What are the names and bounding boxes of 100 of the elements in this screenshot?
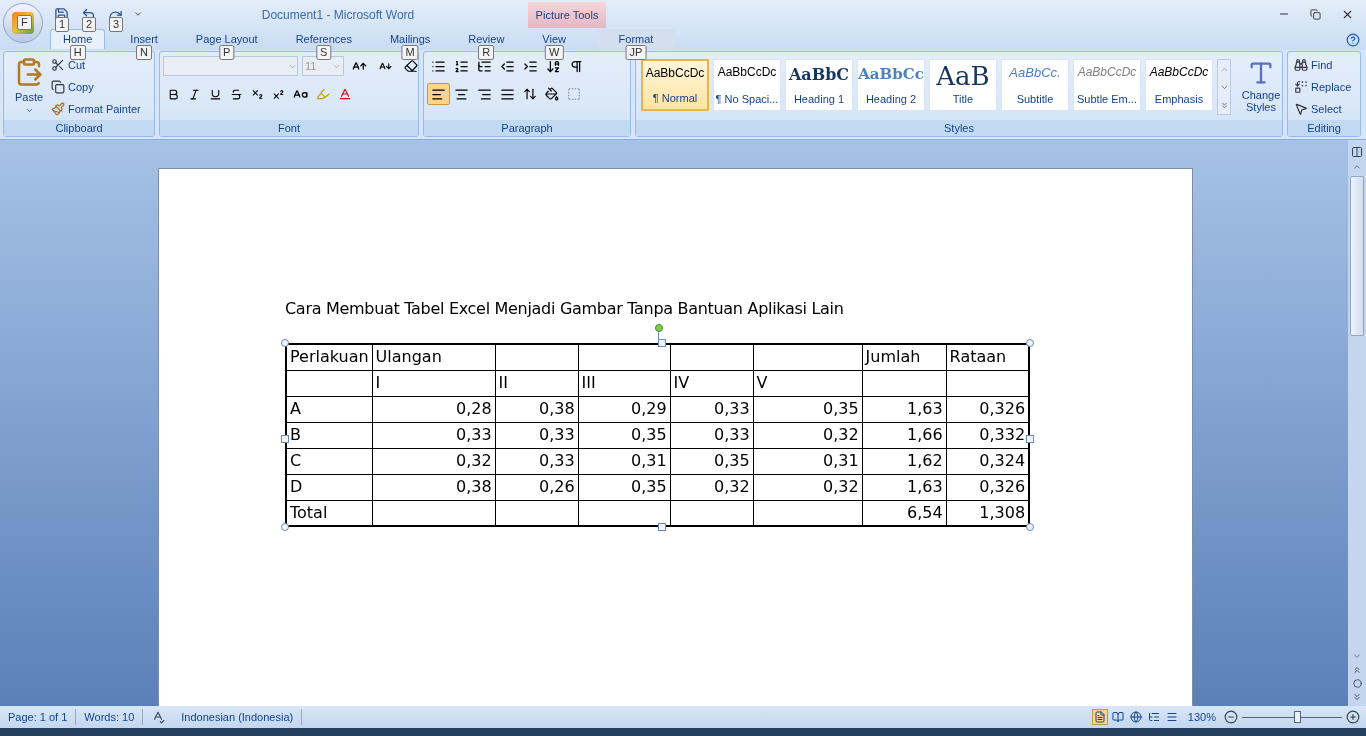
clipboard-command[interactable]: Copy	[51, 77, 141, 97]
keytip-tooltip: W	[545, 45, 564, 60]
group-label: Clipboard	[55, 122, 103, 134]
keytip-tooltip: P	[219, 45, 235, 60]
keytip-tooltip: 2	[82, 17, 97, 32]
table-cell: D	[286, 474, 373, 500]
superscript-icon	[272, 87, 285, 101]
keytip-tooltip: JP	[625, 45, 647, 60]
editing-command[interactable]: Replace	[1294, 77, 1352, 97]
table-cell: III	[578, 370, 671, 396]
resize-handle[interactable]	[1026, 339, 1035, 347]
zoom-slider[interactable]	[1242, 711, 1342, 723]
keytip-tooltip: R	[478, 45, 495, 60]
customize-icon	[133, 9, 143, 19]
font-color-icon	[338, 87, 352, 101]
language-status[interactable]: Indonesian (Indonesia)	[173, 708, 303, 726]
scroll-thumb[interactable]	[1350, 176, 1364, 336]
clipboard-command[interactable]: Format Painter	[51, 99, 141, 119]
restore-icon	[1310, 8, 1321, 20]
table-cell: 0,32	[753, 422, 863, 448]
zoom-thumb[interactable]	[1294, 711, 1301, 723]
proofing-icon	[151, 710, 166, 724]
table-cell: II	[495, 370, 579, 396]
resize-handle[interactable]	[657, 523, 666, 531]
resize-handle[interactable]	[281, 339, 289, 347]
zoom-in-icon	[1346, 710, 1360, 724]
previous-page-icon	[1352, 665, 1362, 675]
table-cell: 0,38	[372, 474, 496, 500]
table-cell: 1,66	[862, 422, 947, 448]
align-button[interactable]	[427, 83, 450, 105]
underline-icon	[209, 87, 222, 101]
rotate-handle[interactable]	[654, 324, 663, 332]
table-cell: 0,32	[670, 474, 754, 500]
editing-command[interactable]: Select	[1294, 99, 1352, 119]
style-swatch[interactable]: AaBbCc Heading 2	[857, 59, 925, 111]
page-count[interactable]: Page: 1 of 1	[0, 708, 77, 726]
binoculars-icon	[1294, 58, 1308, 72]
increase-indent-icon	[523, 58, 538, 74]
align-center-icon	[454, 86, 469, 102]
group-label: Paragraph	[501, 122, 553, 134]
group-label: Styles	[944, 122, 974, 134]
bold-icon	[167, 87, 180, 101]
style-swatch[interactable]: AaBbCc. Subtitle	[1001, 59, 1069, 111]
table-cell: Jumlah	[862, 344, 947, 370]
style-swatch[interactable]: AaBbCcDc Subtle Em...	[1073, 59, 1141, 111]
table-cell: 0,32	[372, 448, 496, 474]
table-cell: 0,35	[578, 474, 671, 500]
table-cell: 0,33	[372, 422, 496, 448]
lines-icon	[1165, 711, 1178, 723]
table-cell: 0,26	[495, 474, 579, 500]
page-icon	[1093, 711, 1106, 723]
style-swatch[interactable]: AaBbCcDc ¶ Normal	[641, 59, 709, 111]
copy-icon	[51, 80, 65, 94]
table-cell: 0,31	[578, 448, 671, 474]
table-cell: 0,33	[495, 448, 579, 474]
table-cell: 0,38	[495, 396, 579, 422]
view-button[interactable]	[1091, 709, 1108, 725]
change-styles-button[interactable]: Change Styles	[1235, 59, 1287, 120]
zoom-level[interactable]: 130%	[1179, 708, 1224, 726]
table-cell: 0,33	[670, 422, 754, 448]
zoom-out-icon	[1224, 710, 1238, 724]
editing-command[interactable]: Find	[1294, 55, 1352, 75]
help-icon	[1346, 33, 1360, 47]
resize-handle[interactable]	[1026, 523, 1035, 531]
more-icon	[1219, 100, 1229, 110]
table-cell: 1,62	[862, 448, 947, 474]
table-cell: 0,35	[578, 422, 671, 448]
table-cell: A	[286, 396, 373, 422]
view-button[interactable]	[1127, 709, 1144, 725]
word-count[interactable]: Words: 10	[76, 708, 144, 726]
table-cell: 1,63	[862, 474, 947, 500]
bullets-icon	[431, 58, 446, 74]
justify-icon	[500, 86, 515, 102]
italic-icon	[188, 87, 201, 101]
line-spacing-icon	[523, 87, 537, 101]
table-cell: Perlakuan	[286, 344, 373, 370]
strikethrough-icon	[230, 87, 243, 101]
table-cell: V	[753, 370, 863, 396]
style-swatch[interactable]: AaB Title	[929, 59, 997, 111]
style-swatch[interactable]: AaBbC Heading 1	[785, 59, 853, 111]
table-cell: 0,35	[753, 396, 863, 422]
scissors-icon	[51, 58, 65, 72]
next-page-icon	[1352, 692, 1362, 702]
table-cell: 0,33	[495, 422, 579, 448]
resize-handle[interactable]	[281, 435, 289, 443]
resize-handle[interactable]	[1026, 435, 1035, 443]
resize-handle[interactable]	[281, 523, 289, 531]
border-icon	[567, 87, 581, 101]
keytip-tooltip: S	[316, 45, 332, 60]
view-button[interactable]	[1109, 709, 1126, 725]
multilevel-icon	[477, 58, 492, 74]
style-swatch[interactable]: AaBbCcDc ¶ No Spaci...	[713, 59, 781, 111]
style-swatch[interactable]: AaBbCcDc Emphasis	[1145, 59, 1213, 111]
table-cell: 0,32	[753, 474, 863, 500]
outline-icon	[1147, 711, 1160, 723]
paste-button[interactable]: Paste	[7, 55, 51, 120]
font-name-field[interactable]	[163, 56, 298, 76]
keytip-tooltip: M	[401, 45, 419, 60]
resize-handle[interactable]	[657, 339, 666, 347]
keytip-tooltip: 3	[109, 17, 124, 32]
